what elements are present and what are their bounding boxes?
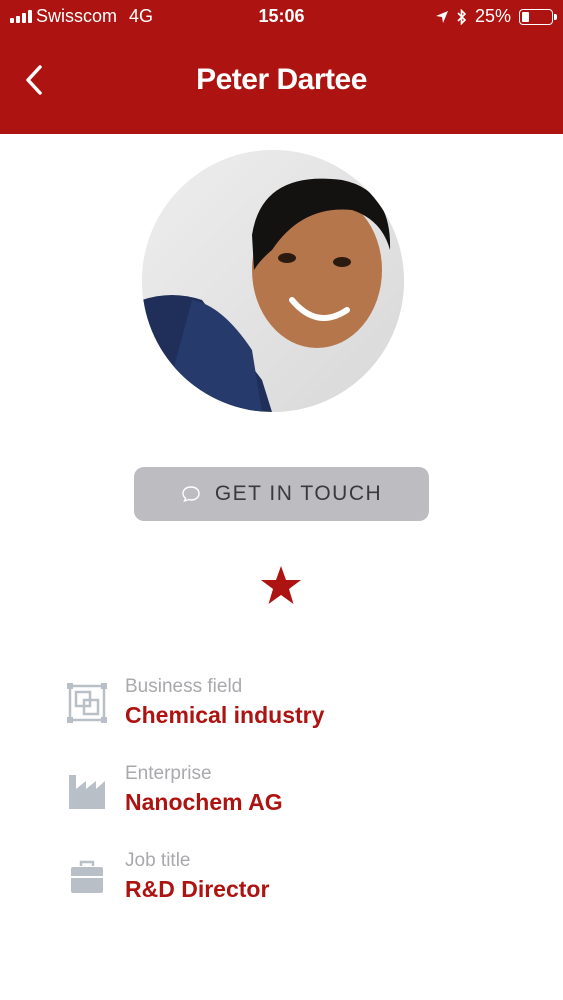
business-field-icon [67, 683, 107, 723]
get-in-touch-label: GET IN TOUCH [214, 482, 383, 505]
detail-value: R&D Director [125, 876, 270, 902]
status-right: 25% [435, 6, 557, 27]
detail-label: Business field [125, 676, 243, 697]
star-icon [261, 566, 301, 604]
detail-label: Enterprise [125, 763, 212, 784]
profile-photo [142, 150, 404, 412]
avatar-image [142, 150, 404, 412]
detail-value: Chemical industry [125, 702, 325, 728]
location-arrow-icon [435, 10, 448, 23]
battery-level [522, 11, 529, 22]
app-header: Swisscom 4G 15:06 25% Peter Dartee [0, 0, 563, 134]
factory-icon [69, 775, 105, 809]
battery-icon [519, 8, 557, 25]
nav-bar: Peter Dartee [0, 46, 563, 116]
detail-value: Nanochem AG [125, 789, 283, 815]
detail-row-enterprise: Enterprise Nanochem AG [0, 763, 563, 833]
detail-row-job-title: Job title R&D Director [0, 850, 563, 920]
status-bar: Swisscom 4G 15:06 25% [0, 0, 563, 34]
detail-row-business-field: Business field Chemical industry [0, 676, 563, 746]
chat-bubble-icon [182, 486, 200, 503]
favorite-star-button[interactable] [259, 563, 303, 607]
briefcase-icon [71, 860, 103, 893]
detail-label: Job title [125, 850, 191, 871]
get-in-touch-button[interactable]: GET IN TOUCH [134, 467, 429, 521]
battery-percent: 25% [474, 6, 511, 26]
bluetooth-icon [457, 8, 467, 25]
page-title: Peter Dartee [196, 63, 367, 96]
